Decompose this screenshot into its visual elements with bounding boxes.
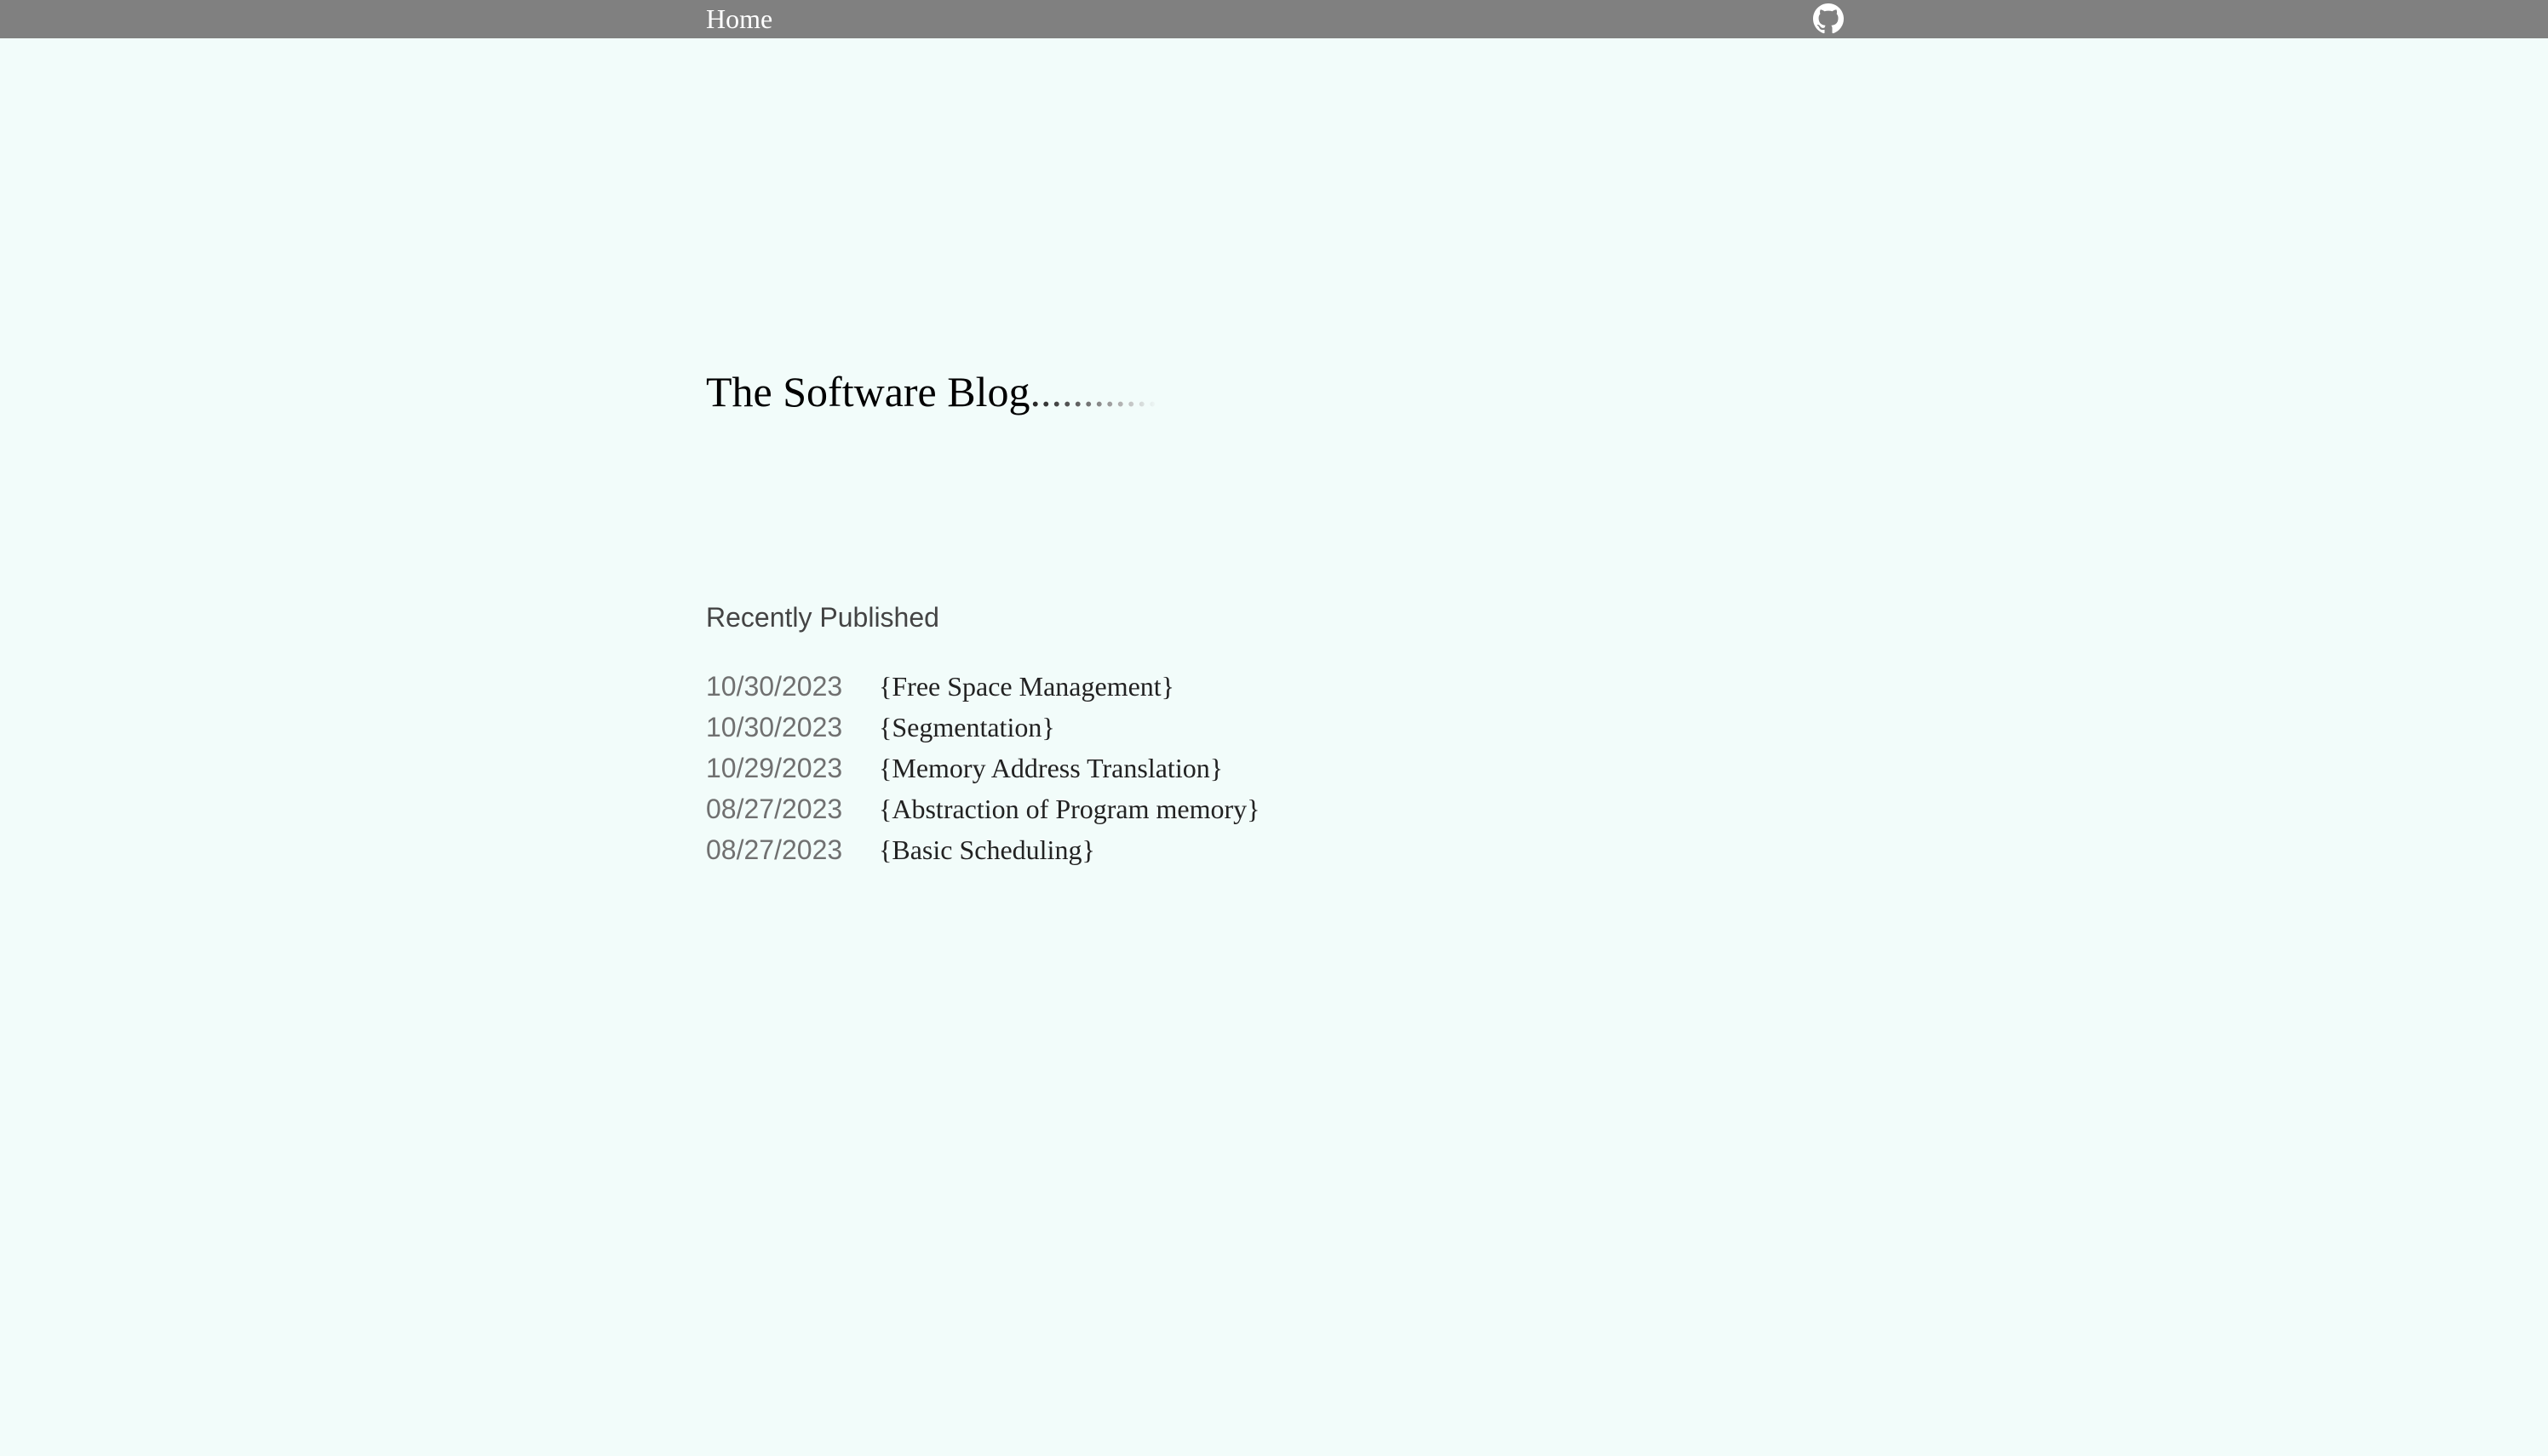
- list-item: 10/30/2023 {Segmentation}: [706, 707, 1260, 748]
- post-link[interactable]: {Segmentation}: [879, 712, 1055, 743]
- post-date: 08/27/2023: [706, 834, 843, 865]
- home-link[interactable]: Home: [706, 0, 772, 38]
- post-date: 10/30/2023: [706, 670, 843, 702]
- list-item: 10/29/2023 {Memory Address Translation}: [706, 748, 1260, 788]
- top-nav-bar: Home: [0, 0, 2548, 38]
- site-title-dots: ............: [1030, 368, 1158, 416]
- post-list: 10/30/2023 {Free Space Management} 10/30…: [706, 666, 1260, 870]
- github-icon: [1813, 3, 1844, 34]
- post-date: 10/30/2023: [706, 711, 843, 742]
- github-link[interactable]: [1813, 3, 1844, 34]
- post-link[interactable]: {Free Space Management}: [879, 671, 1174, 702]
- recently-published-heading: Recently Published: [706, 602, 939, 633]
- site-title: The Software Blog............: [706, 366, 1157, 417]
- post-link[interactable]: {Memory Address Translation}: [879, 753, 1223, 784]
- post-link[interactable]: {Abstraction of Program memory}: [879, 794, 1260, 825]
- list-item: 08/27/2023 {Basic Scheduling}: [706, 829, 1260, 870]
- site-title-text: The Software Blog: [706, 368, 1030, 416]
- post-date: 08/27/2023: [706, 793, 843, 824]
- list-item: 08/27/2023 {Abstraction of Program memor…: [706, 788, 1260, 829]
- list-item: 10/30/2023 {Free Space Management}: [706, 666, 1260, 707]
- post-date: 10/29/2023: [706, 752, 843, 783]
- post-link[interactable]: {Basic Scheduling}: [879, 834, 1095, 866]
